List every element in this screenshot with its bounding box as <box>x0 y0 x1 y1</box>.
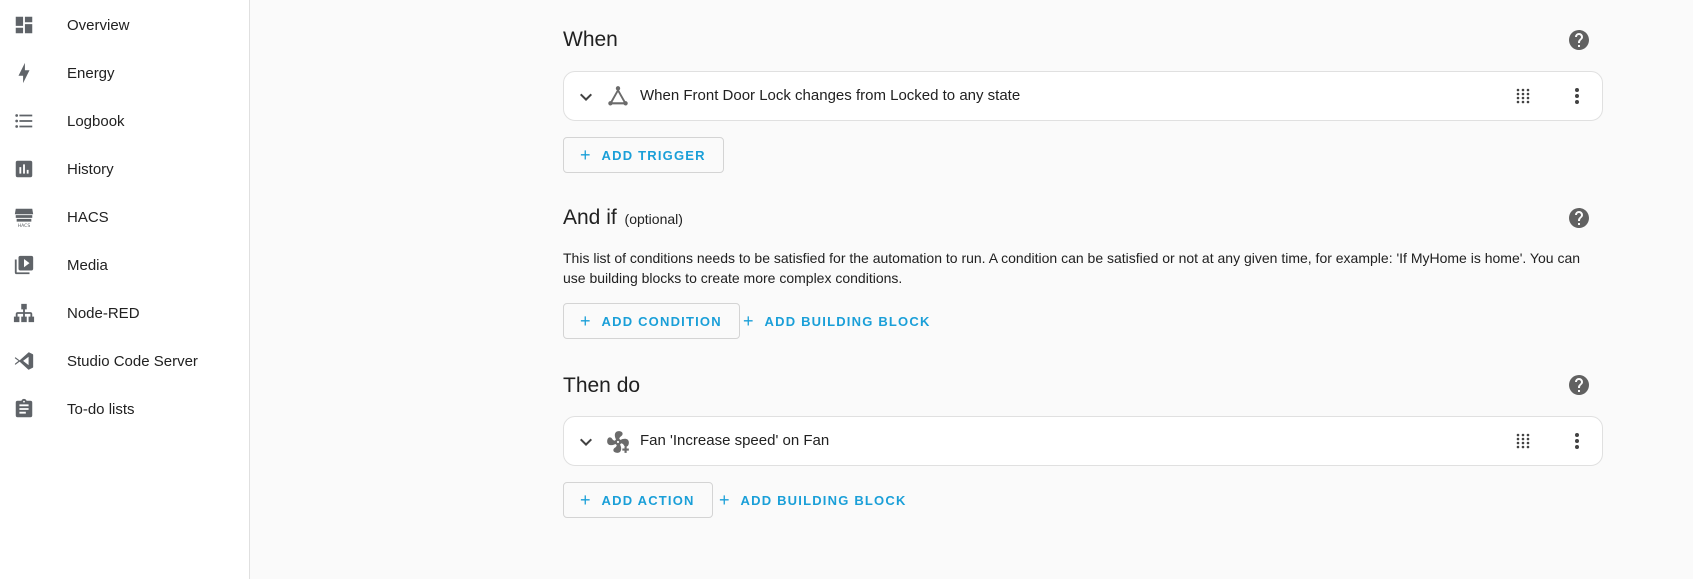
sidebar-item-energy[interactable]: Energy <box>0 49 250 97</box>
plus-icon: + <box>743 311 754 331</box>
play-box-multiple-icon <box>12 253 36 277</box>
sidebar-item-label: History <box>67 160 114 178</box>
fan-plus-icon <box>605 429 631 455</box>
when-heading: When <box>563 28 618 51</box>
sidebar-item-label: Media <box>67 256 108 274</box>
add-building-block-button[interactable]: + ADD BUILDING BLOCK <box>735 303 939 339</box>
add-trigger-button[interactable]: + ADD TRIGGER <box>563 137 724 173</box>
sidebar-item-overview[interactable]: Overview <box>0 1 250 49</box>
then-do-heading: Then do <box>563 374 641 397</box>
help-icon[interactable] <box>1567 206 1591 230</box>
add-condition-label: ADD CONDITION <box>601 313 722 329</box>
chevron-down-icon[interactable] <box>574 85 598 109</box>
chart-box-icon <box>12 157 36 181</box>
svg-text:HACS: HACS <box>18 223 31 228</box>
add-building-block-label: ADD BUILDING BLOCK <box>740 492 907 508</box>
more-vertical-icon[interactable] <box>1565 429 1589 453</box>
action-label: Fan 'Increase speed' on Fan <box>640 432 830 449</box>
sidebar-item-label: Studio Code Server <box>67 352 198 370</box>
more-vertical-icon[interactable] <box>1565 84 1589 108</box>
and-if-heading: And if (optional) <box>563 206 683 230</box>
sidebar-item-todo-lists[interactable]: To-do lists <box>0 385 250 433</box>
format-list-bulleted-icon <box>12 109 36 133</box>
trigger-label: When Front Door Lock changes from Locked… <box>640 87 1021 104</box>
hacs-store-icon: HACS <box>12 205 36 229</box>
sidebar-item-node-red[interactable]: Node-RED <box>0 289 250 337</box>
dashboard-icon <box>12 13 36 37</box>
lightning-bolt-icon <box>12 61 36 85</box>
sitemap-icon <box>12 301 36 325</box>
add-condition-button[interactable]: + ADD CONDITION <box>563 303 740 339</box>
help-icon[interactable] <box>1567 373 1591 397</box>
optional-label: (optional) <box>624 211 683 227</box>
help-icon[interactable] <box>1567 28 1591 52</box>
automation-editor: When When Front Door Lock changes from L… <box>251 0 1693 579</box>
sidebar-item-hacs[interactable]: HACS HACS <box>0 193 250 241</box>
add-building-block-button[interactable]: + ADD BUILDING BLOCK <box>711 482 915 518</box>
add-action-button[interactable]: + ADD ACTION <box>563 482 713 518</box>
sidebar-item-studio-code-server[interactable]: Studio Code Server <box>0 337 250 385</box>
sidebar-item-label: Node-RED <box>67 304 140 322</box>
sidebar-item-logbook[interactable]: Logbook <box>0 97 250 145</box>
plus-icon: + <box>719 490 730 510</box>
plus-icon: + <box>580 145 591 165</box>
plus-icon: + <box>580 311 591 331</box>
and-if-title: And if <box>563 206 617 229</box>
vscode-icon <box>12 349 36 373</box>
conditions-description: This list of conditions needs to be sati… <box>563 250 1581 286</box>
drag-handle-icon[interactable] <box>1514 87 1532 105</box>
add-action-label: ADD ACTION <box>601 492 695 508</box>
sidebar: Overview Energy Logbook History HACS HAC… <box>0 0 250 579</box>
sidebar-item-label: Energy <box>67 64 115 82</box>
sidebar-item-media[interactable]: Media <box>0 241 250 289</box>
sidebar-item-label: Logbook <box>67 112 125 130</box>
chevron-down-icon[interactable] <box>574 430 598 454</box>
sidebar-item-history[interactable]: History <box>0 145 250 193</box>
plus-icon: + <box>580 490 591 510</box>
trigger-card[interactable]: When Front Door Lock changes from Locked… <box>563 71 1603 121</box>
add-building-block-label: ADD BUILDING BLOCK <box>764 313 931 329</box>
sidebar-item-label: Overview <box>67 16 130 34</box>
sidebar-item-label: HACS <box>67 208 109 226</box>
add-trigger-label: ADD TRIGGER <box>601 147 706 163</box>
action-card[interactable]: Fan 'Increase speed' on Fan <box>563 416 1603 466</box>
state-trigger-icon <box>605 84 631 110</box>
drag-handle-icon[interactable] <box>1514 432 1532 450</box>
sidebar-item-label: To-do lists <box>67 400 135 418</box>
clipboard-list-icon <box>12 397 36 421</box>
